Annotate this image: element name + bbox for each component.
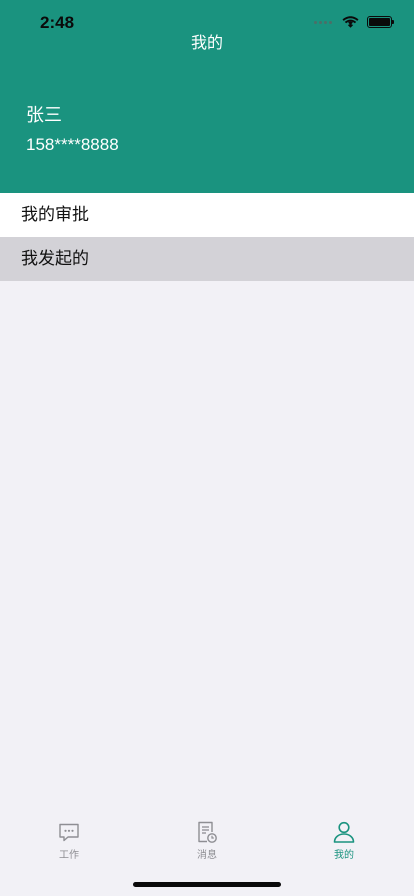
status-indicators xyxy=(314,16,394,28)
tab-work[interactable]: 工作 xyxy=(39,820,99,861)
tab-me-label: 我的 xyxy=(334,850,354,861)
profile-header: 2:48 我的 张三 158****8888 xyxy=(0,0,414,193)
wifi-icon xyxy=(342,16,359,28)
page-title: 我的 xyxy=(190,33,223,52)
menu-item-my-approvals[interactable]: 我的审批 xyxy=(0,193,414,237)
user-name: 张三 xyxy=(26,105,62,126)
user-phone: 158****8888 xyxy=(26,135,119,154)
menu-item-initiated-by-me[interactable]: 我发起的 xyxy=(0,237,414,281)
home-indicator[interactable] xyxy=(133,882,281,887)
tab-me[interactable]: 我的 xyxy=(314,820,374,861)
profile-screen: 2:48 我的 张三 158****8888 我的审批 我发起的 工作 消息 我… xyxy=(0,0,414,896)
person-icon xyxy=(333,821,355,843)
chat-bubble-icon xyxy=(59,823,79,842)
battery-icon xyxy=(367,16,394,28)
tab-work-label: 工作 xyxy=(59,850,79,861)
tab-messages-label: 消息 xyxy=(197,850,217,861)
document-clock-icon xyxy=(198,821,217,843)
tab-messages[interactable]: 消息 xyxy=(177,820,237,861)
profile-menu: 我的审批 我发起的 xyxy=(0,193,414,281)
cellular-signal-icon xyxy=(314,20,332,24)
